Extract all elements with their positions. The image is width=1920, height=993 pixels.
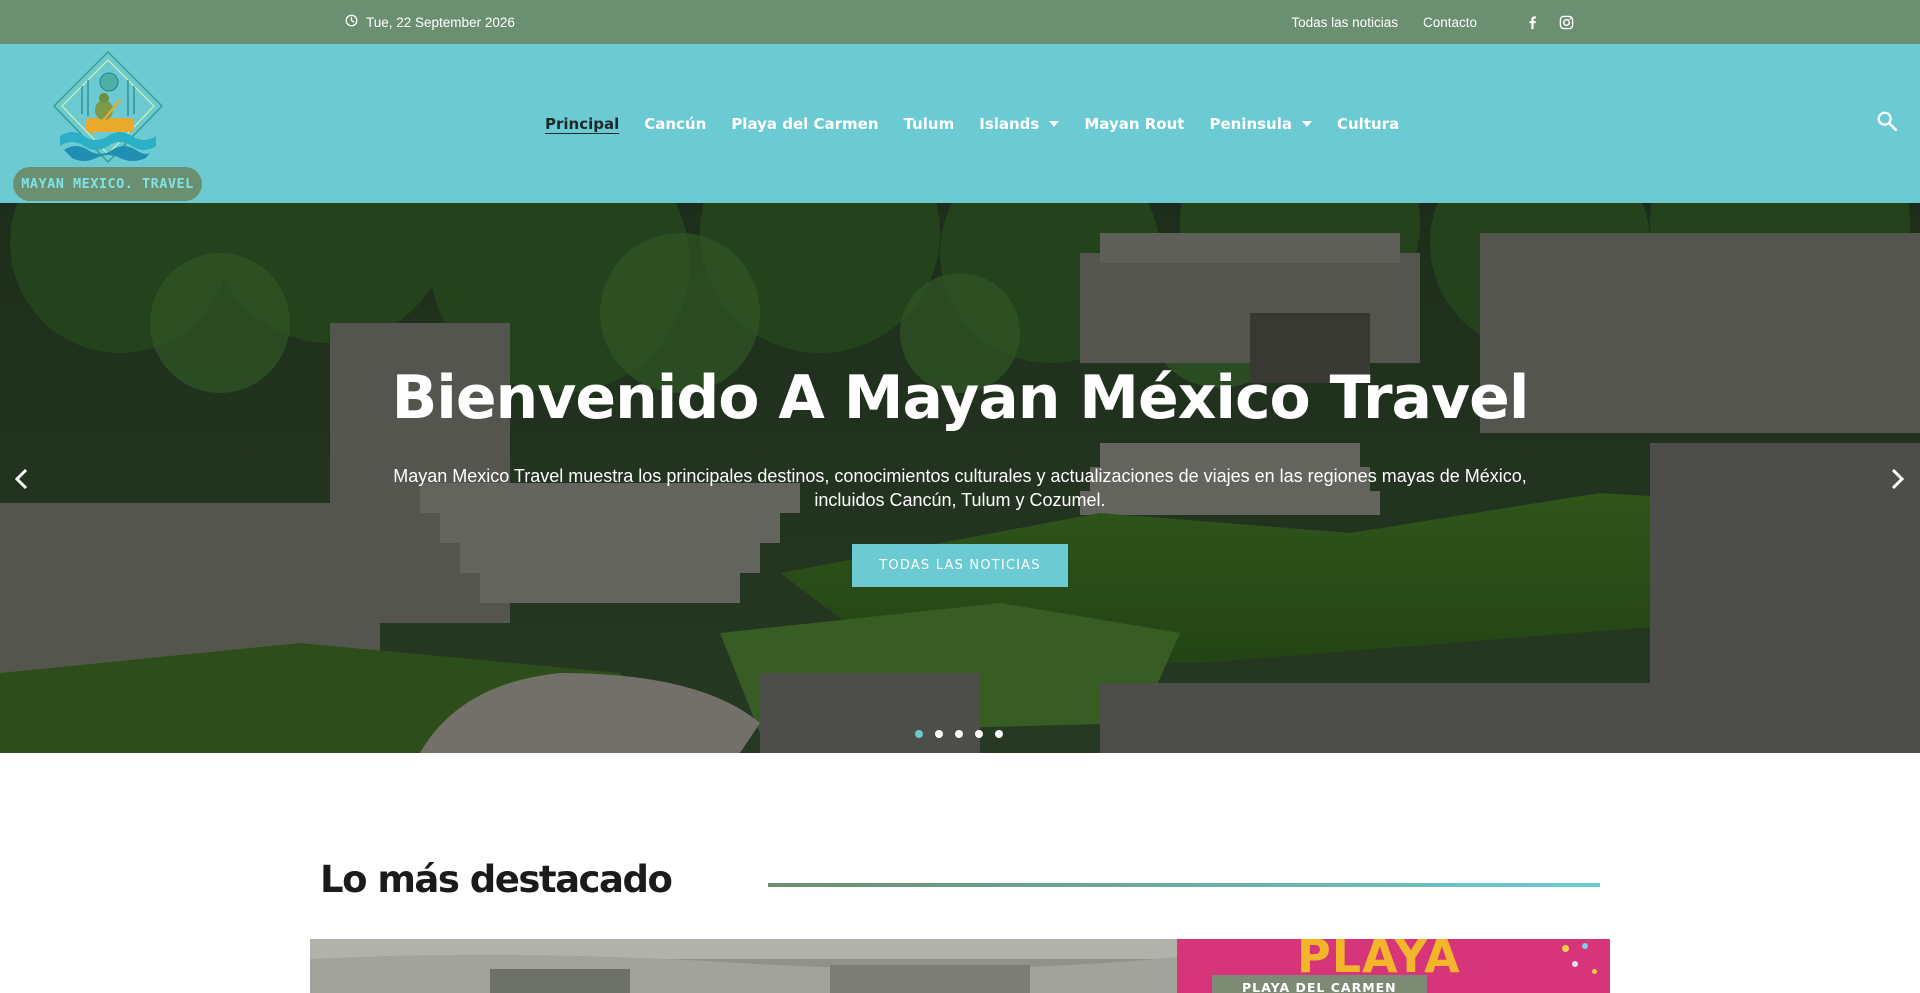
nav-cultura[interactable]: Cultura	[1337, 115, 1399, 133]
decoration	[1562, 945, 1569, 952]
nav-label: Playa del Carmen	[731, 114, 879, 133]
nav-cancun[interactable]: Cancún	[644, 115, 706, 133]
slider-dot[interactable]	[995, 730, 1003, 738]
chevron-left-icon[interactable]	[10, 465, 34, 493]
decoration	[1582, 943, 1588, 949]
nav-tulum[interactable]: Tulum	[904, 115, 955, 133]
slider-dots	[915, 730, 1003, 738]
search-icon[interactable]	[1876, 110, 1900, 134]
facebook-icon[interactable]	[1524, 14, 1540, 30]
instagram-icon[interactable]	[1558, 14, 1574, 30]
featured-card-image[interactable]	[310, 939, 1177, 993]
category-badge[interactable]: PLAYA DEL CARMEN	[1212, 975, 1427, 993]
slider-dot[interactable]	[955, 730, 963, 738]
top-links: Todas las noticias Contacto	[1291, 0, 1477, 44]
link-contacto[interactable]: Contacto	[1423, 15, 1477, 30]
hero-title: Bienvenido A Mayan México Travel	[391, 363, 1530, 433]
date-display: Tue, 22 September 2026	[345, 0, 515, 44]
decoration	[1592, 969, 1597, 974]
clock-icon	[345, 14, 358, 30]
main-nav: Principal Cancún Playa del Carmen Tulum …	[545, 44, 1399, 203]
chevron-down-icon	[1302, 120, 1312, 127]
nav-mayan-rout[interactable]: Mayan Rout	[1084, 115, 1184, 133]
nav-label: Islands	[979, 114, 1040, 133]
nav-peninsula[interactable]: Peninsula	[1209, 115, 1312, 133]
date-text: Tue, 22 September 2026	[366, 14, 515, 30]
chevron-down-icon	[1049, 120, 1060, 127]
nav-label: Principal	[545, 114, 620, 133]
nav-playa-del-carmen[interactable]: Playa del Carmen	[731, 115, 878, 133]
link-todas-las-noticias[interactable]: Todas las noticias	[1291, 15, 1398, 30]
logo-text: MAYAN MEXICO. TRAVEL	[13, 167, 202, 201]
nav-label: Cancún	[644, 114, 707, 133]
nav-islands[interactable]: Islands	[979, 114, 1060, 133]
decoration	[1572, 961, 1578, 967]
hero-description: Mayan Mexico Travel muestra los principa…	[393, 466, 1527, 510]
section-divider	[768, 883, 1600, 887]
top-bar: Tue, 22 September 2026 Todas las noticia…	[0, 0, 1920, 44]
slider-dot[interactable]	[975, 730, 983, 738]
slider-dot[interactable]	[935, 730, 943, 738]
nav-label: Tulum	[903, 114, 955, 133]
nav-principal[interactable]: Principal	[545, 115, 619, 133]
nav-label: Cultura	[1337, 114, 1400, 133]
hero-slider: Bienvenido A Mayan México Travel Mayan M…	[0, 203, 1920, 753]
chevron-right-icon[interactable]	[1885, 465, 1909, 493]
social-links	[1524, 0, 1574, 44]
site-logo[interactable]: MAYAN MEXICO. TRAVEL	[12, 50, 204, 202]
featured-card-playa[interactable]: PLAYA PLAYA DEL CARMEN	[1177, 939, 1610, 993]
all-news-button[interactable]: TODAS LAS NOTICIAS	[852, 544, 1068, 587]
nav-label: Mayan Rout	[1084, 114, 1185, 133]
section-title: Lo más destacado	[320, 858, 673, 901]
nav-label: Peninsula	[1209, 114, 1292, 133]
slider-dot[interactable]	[915, 730, 923, 738]
site-header: MAYAN MEXICO. TRAVEL Principal Cancún Pl…	[0, 44, 1920, 203]
